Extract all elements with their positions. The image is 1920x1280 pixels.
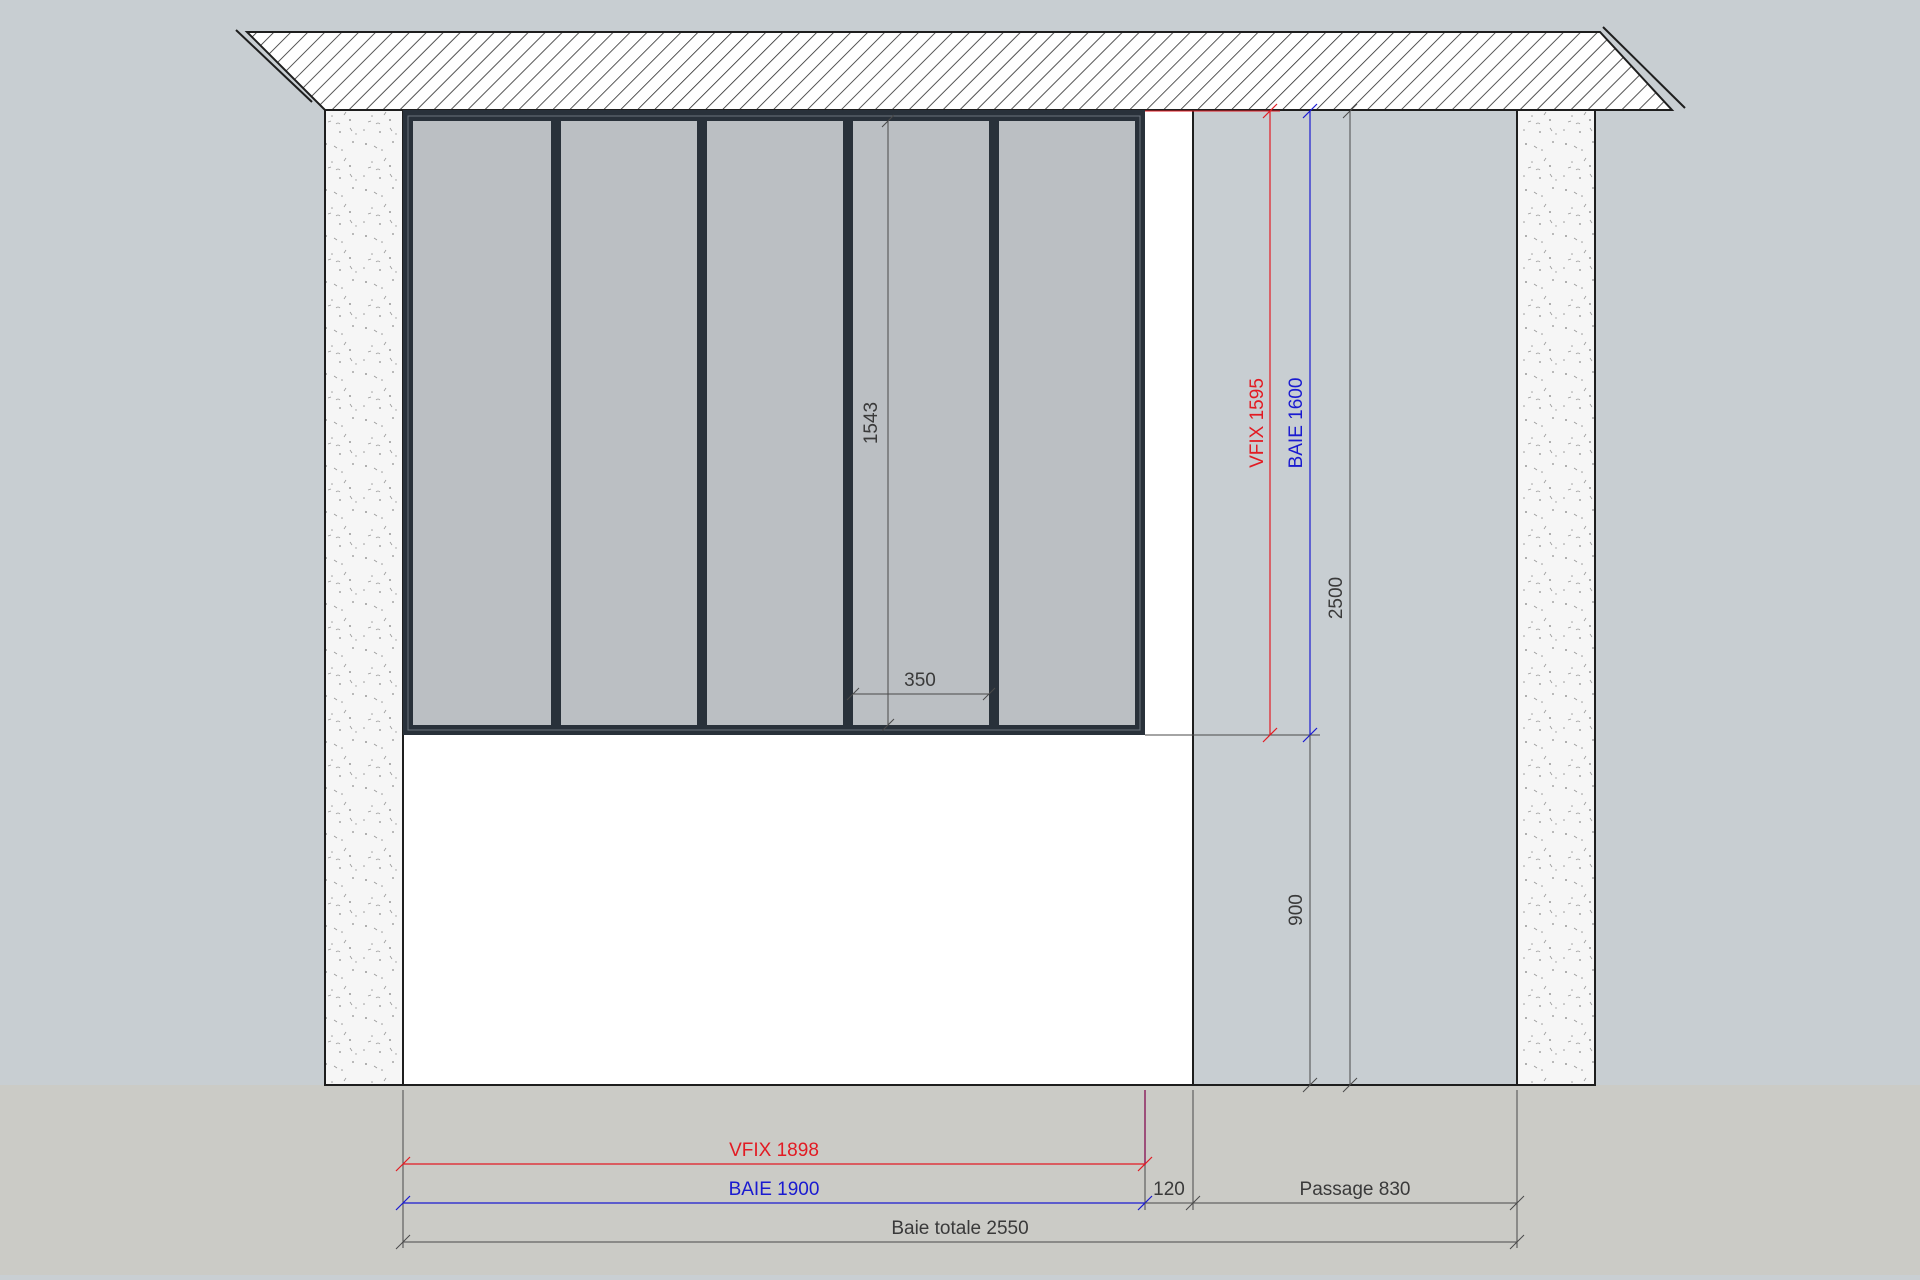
right-column bbox=[1516, 109, 1596, 1086]
passage-width-label: Passage 830 bbox=[1300, 1179, 1411, 1200]
floor bbox=[0, 1085, 1920, 1275]
drawing-canvas: 1543 350 VFIX 1595 BAIE 1600 2500 900 VF… bbox=[0, 0, 1920, 1275]
mullion-3 bbox=[843, 121, 853, 725]
mullion-height-label: 1543 bbox=[861, 402, 882, 444]
ceiling-beam bbox=[244, 31, 1675, 111]
baie-height-label: BAIE 1600 bbox=[1286, 378, 1307, 469]
left-column bbox=[324, 109, 404, 1086]
mullion-4 bbox=[989, 121, 999, 725]
gap-width-label: 120 bbox=[1153, 1179, 1185, 1200]
total-width-label: Baie totale 2550 bbox=[891, 1218, 1028, 1239]
glass-window bbox=[403, 110, 1145, 735]
lower-height-label: 900 bbox=[1286, 894, 1307, 926]
vfix-height-label: VFIX 1595 bbox=[1247, 378, 1268, 468]
pane-width-label: 350 bbox=[904, 670, 936, 691]
window-glass bbox=[413, 121, 1135, 725]
total-height-label: 2500 bbox=[1326, 577, 1347, 619]
mullion-2 bbox=[697, 121, 707, 725]
vfix-width-label: VFIX 1898 bbox=[729, 1140, 819, 1161]
elevation-drawing: 1543 350 VFIX 1595 BAIE 1600 2500 900 VF… bbox=[0, 0, 1920, 1275]
baie-width-label: BAIE 1900 bbox=[729, 1179, 820, 1200]
mullion-1 bbox=[551, 121, 561, 725]
